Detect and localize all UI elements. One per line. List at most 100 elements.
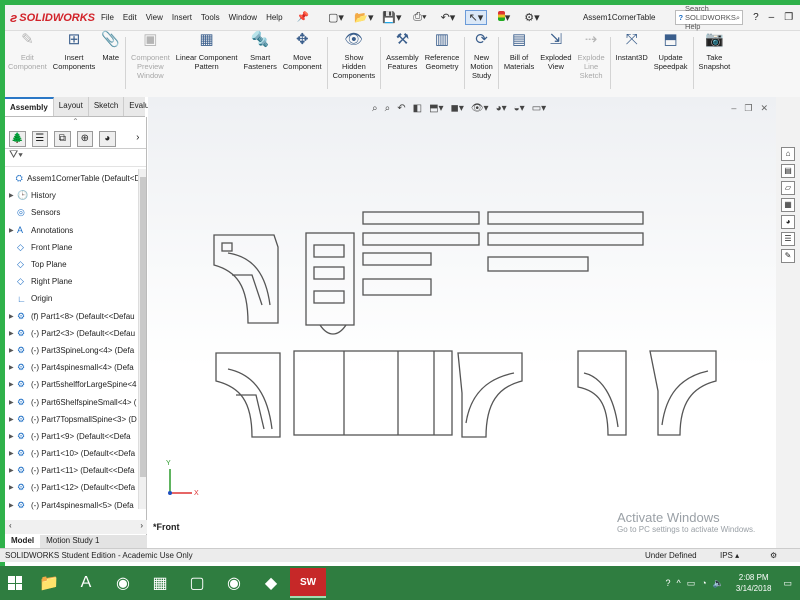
tab-sketch[interactable]: Sketch xyxy=(89,97,125,116)
scroll-right-icon[interactable]: › xyxy=(140,521,143,533)
search-icon[interactable]: ⌕ xyxy=(736,13,742,23)
custom-properties-icon[interactable]: ☰ xyxy=(781,232,795,246)
graphics-area[interactable]: Y X ⌕ ⌕ ↶ ◧ ⬒▾ ◼▾ 👁▾ ◕▾ ◒▾ ▭▾ – ❐ ✕ xyxy=(148,97,776,548)
tree-item[interactable]: ▶ ⚙ (-) Part7TopsmallSpine<3> (D xyxy=(5,411,146,428)
chrome-icon[interactable]: ◉ xyxy=(216,568,252,598)
pin-menu-icon[interactable]: 📌 xyxy=(297,12,309,23)
print-icon[interactable]: ⎙▾ xyxy=(409,11,431,24)
expand-arrow-icon[interactable]: ▶ xyxy=(9,450,17,457)
previous-view-icon[interactable]: ↶ xyxy=(397,103,405,114)
tab-assembly[interactable]: Assembly xyxy=(5,97,54,116)
menu-edit[interactable]: Edit xyxy=(123,13,137,22)
zoom-area-icon[interactable]: ⌕ xyxy=(385,103,391,114)
help-search-input[interactable]: Search SOLIDWORKS Help xyxy=(685,4,736,31)
expand-arrow-icon[interactable]: ▶ xyxy=(9,433,17,440)
restore-icon[interactable]: ❐ xyxy=(784,12,793,23)
options-gear-icon[interactable]: ⚙▾ xyxy=(521,11,543,24)
new-document-icon[interactable]: ▢▾ xyxy=(325,11,347,24)
select-arrow-icon[interactable]: ↖▾ xyxy=(464,10,487,25)
filter-icon[interactable]: ⛛▾ xyxy=(5,149,146,167)
feature-manager-tab-icon[interactable]: 🌲 xyxy=(9,130,26,147)
start-button[interactable] xyxy=(0,576,30,590)
assembly-features-button[interactable]: ⚒ Assembly Features xyxy=(383,32,422,97)
expand-arrow-icon[interactable]: ▶ xyxy=(9,502,17,509)
mate-button[interactable]: 📎 Mate xyxy=(98,32,123,97)
instant3d-button[interactable]: ⤧ Instant3D xyxy=(613,32,651,97)
solidworks-icon[interactable]: SW xyxy=(290,568,326,598)
forum-icon[interactable]: ✎ xyxy=(781,249,795,263)
tree-item[interactable]: ▶ ⚙ (-) Part5shelfforLargeSpine<4 xyxy=(5,376,146,393)
expand-arrow-icon[interactable]: ▶ xyxy=(9,484,17,491)
file-explorer-icon[interactable]: 📁 xyxy=(31,568,67,598)
tree-item[interactable]: ▶ ⚙ (-) Part1<11> (Default<<Defa xyxy=(5,462,146,479)
tree-item[interactable]: ▶ ⚙ (-) Part4spinesmall<5> (Defa xyxy=(5,497,146,514)
speedpak-button[interactable]: ⬒ Update Speedpak xyxy=(651,32,691,97)
menu-window[interactable]: Window xyxy=(229,13,257,22)
hide-show-items-icon[interactable]: 👁▾ xyxy=(471,103,489,114)
explode-line-button[interactable]: ⇢ Explode Line Sketch xyxy=(575,32,608,97)
tree-item[interactable]: ▶ ⚙ (-) Part1<9> (Default<<Defa xyxy=(5,428,146,445)
help-search-box[interactable]: ? Search SOLIDWORKS Help ⌕ xyxy=(675,4,744,31)
design-library-icon[interactable]: ▤ xyxy=(781,164,795,178)
calculator-icon[interactable]: ▦ xyxy=(142,568,178,598)
notifications-icon[interactable]: ▭ xyxy=(783,578,792,589)
chrome-icon[interactable]: ◉ xyxy=(105,568,141,598)
expand-arrow-icon[interactable]: ▶ xyxy=(9,227,17,234)
tree-item[interactable]: ▶ ⚙ (-) Part4spinesmall<4> (Defa xyxy=(5,359,146,376)
insert-components-button[interactable]: ⊞ Insert Components xyxy=(50,32,99,97)
undo-icon[interactable]: ↶▾ xyxy=(437,11,459,24)
chevron-up-icon[interactable]: ^ xyxy=(676,578,680,588)
tab-model[interactable]: Model xyxy=(5,535,41,548)
app-icon[interactable]: ▢ xyxy=(179,568,215,598)
expand-arrow-icon[interactable]: ▶ xyxy=(9,467,17,474)
motion-study-button[interactable]: ⟳ New Motion Study xyxy=(467,32,496,97)
view-settings-icon[interactable]: ▭▾ xyxy=(532,103,546,114)
section-view-icon[interactable]: ◧ xyxy=(413,103,422,114)
expand-arrow-icon[interactable]: ▶ xyxy=(9,313,17,320)
menu-file[interactable]: File xyxy=(101,13,114,22)
scrollbar-thumb[interactable] xyxy=(140,177,146,477)
zoom-to-fit-icon[interactable]: ⌕ xyxy=(372,103,378,114)
viewport-restore-icon[interactable]: ❐ xyxy=(744,103,752,114)
configuration-manager-tab-icon[interactable]: ⧉ xyxy=(54,130,71,147)
display-manager-tab-icon[interactable]: ◕ xyxy=(99,130,116,147)
tree-item[interactable]: ▶ ⚙ (-) Part3SpineLong<4> (Defa xyxy=(5,342,146,359)
chevron-right-icon[interactable]: › xyxy=(130,131,146,147)
acrobat-icon[interactable]: A xyxy=(68,568,104,598)
tab-motion-study[interactable]: Motion Study 1 xyxy=(40,535,105,548)
tree-item[interactable]: ▶ ⚙ (f) Part1<8> (Default<<Defau xyxy=(5,308,146,325)
expand-arrow-icon[interactable]: ▶ xyxy=(9,416,17,423)
tree-item[interactable]: ▶ ⚙ (-) Part6ShelfspineSmall<4> ( xyxy=(5,393,146,410)
collapse-handle-icon[interactable]: ⌃ xyxy=(5,117,146,129)
dimxpert-tab-icon[interactable]: ⊕ xyxy=(76,130,94,147)
edit-component-button[interactable]: ✎ Edit Component xyxy=(5,32,50,97)
file-explorer-pane-icon[interactable]: ▱ xyxy=(781,181,795,195)
minimize-icon[interactable]: – xyxy=(769,12,775,23)
tree-item[interactable]: ◎ Sensors xyxy=(5,204,146,221)
appearances-pane-icon[interactable]: ◕ xyxy=(781,215,795,229)
solidworks-resources-icon[interactable]: ⌂ xyxy=(781,147,795,161)
scroll-left-icon[interactable]: ‹ xyxy=(9,521,12,533)
move-component-button[interactable]: ✥ Move Component xyxy=(280,32,325,97)
snapshot-button[interactable]: 📷 Take Snapshot xyxy=(696,32,734,97)
linear-pattern-button[interactable]: ▦ Linear Component Pattern xyxy=(173,32,241,97)
smart-fasteners-button[interactable]: 🔩 Smart Fasteners xyxy=(241,32,280,97)
expand-arrow-icon[interactable]: ▶ xyxy=(9,399,17,406)
viewport-close-icon[interactable]: ✕ xyxy=(760,103,768,114)
unit-system-selector[interactable]: IPS ▴ xyxy=(720,551,770,560)
volume-icon[interactable]: 🔈 xyxy=(713,578,724,589)
customize-status-icon[interactable]: ⚙ xyxy=(770,551,800,560)
menu-tools[interactable]: Tools xyxy=(201,13,220,22)
tree-item[interactable]: ◇ Front Plane xyxy=(5,239,146,256)
display-style-icon[interactable]: ◼▾ xyxy=(451,103,464,114)
appearance-icon[interactable]: ◕▾ xyxy=(496,103,507,114)
inkscape-icon[interactable]: ◆ xyxy=(253,568,289,598)
component-preview-button[interactable]: ▣ Component Preview Window xyxy=(128,32,173,97)
view-orientation-icon[interactable]: ⬒▾ xyxy=(429,103,443,114)
tree-item[interactable]: ◇ Top Plane xyxy=(5,256,146,273)
menu-help[interactable]: Help xyxy=(266,13,282,22)
exploded-view-button[interactable]: ⇲ Exploded View xyxy=(537,32,574,97)
tree-item[interactable]: ▶ ⚙ (-) Part1<10> (Default<<Defa xyxy=(5,445,146,462)
bom-button[interactable]: ▤ Bill of Materials xyxy=(501,32,537,97)
battery-icon[interactable]: ▭ xyxy=(687,578,696,589)
